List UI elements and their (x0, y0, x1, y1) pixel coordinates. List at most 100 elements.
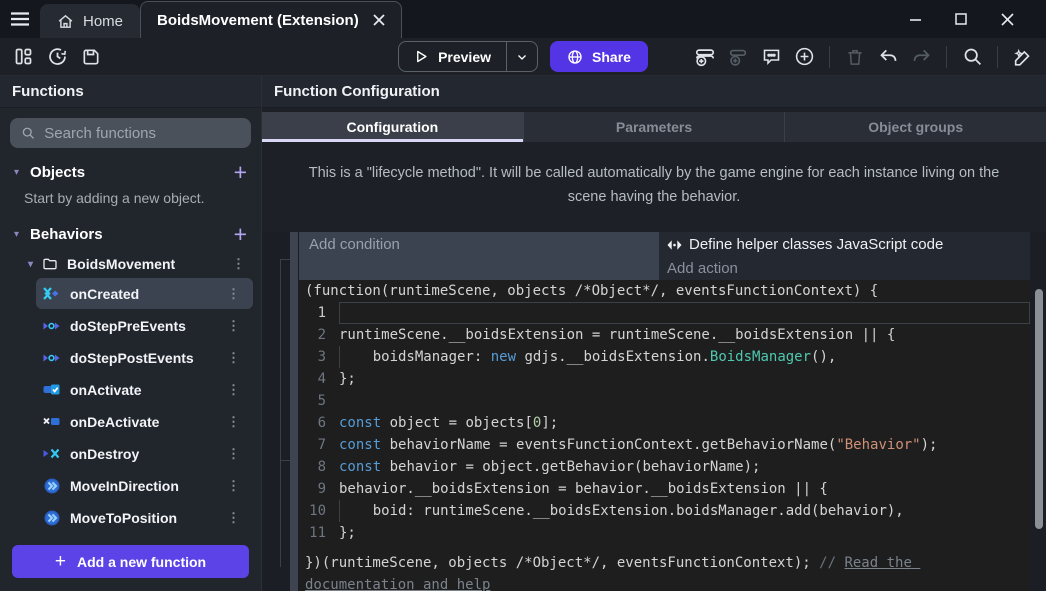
code-line[interactable]: 3 boidsManager: new gdjs.__boidsExtensio… (299, 346, 1030, 368)
function-item-label: MoveToPosition (70, 510, 177, 526)
collapse-triangle-icon[interactable]: ▾ (14, 167, 19, 178)
gear-move-icon (43, 509, 60, 526)
tab-configuration[interactable]: Configuration (262, 112, 524, 142)
history-button[interactable] (44, 44, 70, 70)
save-button[interactable] (78, 44, 104, 70)
behavior-group-label: BoidsMovement (67, 256, 175, 272)
delete-button[interactable] (842, 44, 868, 70)
add-object-button[interactable]: + (234, 161, 247, 184)
line-number: 1 (299, 302, 339, 324)
code-scrollbar-thumb[interactable] (1035, 289, 1043, 529)
code-line[interactable]: 9behavior.__boidsExtension = behavior.__… (299, 478, 1030, 500)
tab-home[interactable]: Home (40, 4, 140, 38)
code-line[interactable]: 8const behavior = object.getBehavior(beh… (299, 456, 1030, 478)
add-condition-cell[interactable]: Add condition (299, 232, 659, 280)
code-line[interactable]: 1​ (299, 302, 1030, 324)
pencil-edit-icon (1012, 46, 1034, 68)
search-functions-input[interactable] (44, 125, 240, 142)
code-header-line: (function(runtimeScene, objects /*Object… (299, 280, 1030, 302)
code-line[interactable]: 11}; (299, 522, 1030, 544)
tab-extension[interactable]: BoidsMovement (Extension) (140, 1, 402, 38)
preview-button-main[interactable]: Preview (399, 42, 506, 71)
add-behavior-button[interactable]: + (234, 223, 247, 246)
code-line[interactable]: 2runtimeScene.__boidsExtension = runtime… (299, 324, 1030, 346)
line-number: 3 (299, 346, 339, 368)
tab-close-icon[interactable] (373, 14, 385, 26)
hamburger-icon (10, 11, 30, 27)
lifecycle-description: This is a "lifecycle method". It will be… (262, 142, 1046, 232)
plus-icon: + (55, 551, 66, 573)
redo-button[interactable] (908, 44, 934, 70)
kebab-menu-icon[interactable]: ⋮ (232, 256, 261, 272)
globe-icon (567, 49, 583, 65)
add-subevent-button[interactable] (725, 44, 751, 70)
code-line[interactable]: 4}; (299, 368, 1030, 390)
line-number: 8 (299, 456, 339, 478)
minimize-icon (909, 13, 922, 26)
play-icon (414, 49, 429, 64)
kebab-menu-icon[interactable]: ⋮ (227, 286, 246, 302)
javascript-code-event[interactable]: Add condition Define helper classes Java… (290, 232, 1030, 591)
project-manager-button[interactable] (10, 44, 36, 70)
behavior-group-row[interactable]: ▾ BoidsMovement ⋮ (0, 250, 261, 278)
search-button[interactable] (959, 44, 985, 70)
function-item-ondeactivate[interactable]: onDeActivate ⋮ (36, 406, 253, 437)
collapse-triangle-icon[interactable]: ▾ (28, 259, 33, 270)
function-item-ondestroy[interactable]: onDestroy ⋮ (36, 438, 253, 469)
search-icon (962, 46, 983, 67)
objects-empty-message: Start by adding a new object. (0, 188, 261, 218)
kebab-menu-icon[interactable]: ⋮ (227, 510, 246, 526)
code-line[interactable]: 6const object = objects[0]; (299, 412, 1030, 434)
tab-object-groups[interactable]: Object groups (785, 112, 1046, 142)
project-manager-icon (13, 46, 34, 67)
add-subevent-icon (727, 46, 749, 68)
preview-button[interactable]: Preview (398, 41, 538, 72)
line-number: 11 (299, 522, 339, 544)
code-footer: })(runtimeScene, objects /*Object*/, eve… (299, 552, 1019, 591)
function-item-movetoposition[interactable]: MoveToPosition ⋮ (36, 502, 253, 533)
function-item-moveindirection[interactable]: MoveInDirection ⋮ (36, 470, 253, 501)
code-line[interactable]: 7const behaviorName = eventsFunctionCont… (299, 434, 1030, 456)
event-drag-handle[interactable] (290, 232, 298, 591)
function-item-onactivate[interactable]: onActivate ⋮ (36, 374, 253, 405)
tab-parameters[interactable]: Parameters (524, 112, 786, 142)
main-menu-button[interactable] (0, 0, 40, 38)
add-action-cell[interactable]: Add action (659, 258, 1030, 280)
maximize-button[interactable] (938, 0, 984, 38)
function-item-label: doStepPreEvents (70, 318, 186, 334)
share-button[interactable]: Share (550, 41, 648, 72)
line-number: 7 (299, 434, 339, 456)
add-new-button[interactable] (791, 44, 817, 70)
function-item-oncreated[interactable]: onCreated ⋮ (36, 278, 253, 309)
add-new-function-label: Add a new function (77, 554, 206, 570)
undo-button[interactable] (875, 44, 901, 70)
function-item-dosteppreevents[interactable]: doStepPreEvents ⋮ (36, 310, 253, 341)
collapse-triangle-icon[interactable]: ▾ (14, 229, 19, 240)
close-button[interactable] (984, 0, 1030, 38)
function-item-label: MoveInDirection (70, 478, 179, 494)
function-item-dosteppostevents[interactable]: doStepPostEvents ⋮ (36, 342, 253, 373)
kebab-menu-icon[interactable]: ⋮ (227, 350, 246, 366)
search-functions-box[interactable] (10, 118, 251, 148)
add-event-button[interactable] (692, 44, 718, 70)
events-sheet[interactable]: Add condition Define helper classes Java… (262, 232, 1046, 591)
kebab-menu-icon[interactable]: ⋮ (227, 478, 246, 494)
kebab-menu-icon[interactable]: ⋮ (227, 318, 246, 334)
code-line[interactable]: 10 boid: runtimeScene.__boidsExtension.b… (299, 500, 1030, 522)
toolbar-divider (997, 46, 998, 68)
edit-extension-button[interactable] (1010, 44, 1036, 70)
folder-icon (42, 256, 58, 272)
minimize-button[interactable] (892, 0, 938, 38)
kebab-menu-icon[interactable]: ⋮ (227, 382, 246, 398)
js-event-title[interactable]: Define helper classes JavaScript code (659, 232, 1030, 258)
preview-dropdown-button[interactable] (507, 42, 537, 71)
line-number: 5 (299, 390, 339, 412)
gear-move-icon (43, 477, 60, 494)
code-line[interactable]: 5​ (299, 390, 1030, 412)
add-new-function-button[interactable]: + Add a new function (12, 545, 249, 578)
share-label: Share (592, 49, 631, 65)
kebab-menu-icon[interactable]: ⋮ (227, 446, 246, 462)
code-editor[interactable]: (function(runtimeScene, objects /*Object… (299, 280, 1030, 591)
kebab-menu-icon[interactable]: ⋮ (227, 414, 246, 430)
add-comment-button[interactable] (758, 44, 784, 70)
